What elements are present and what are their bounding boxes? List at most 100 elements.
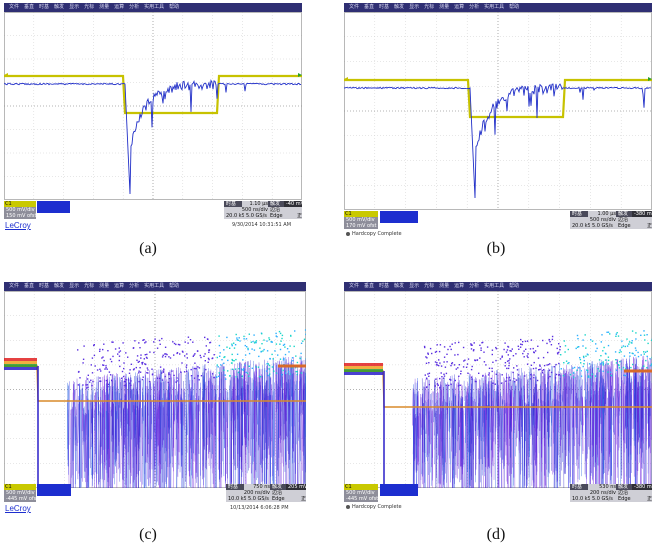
trace-dot	[590, 339, 592, 341]
menu-vertical[interactable]: 垂直	[364, 283, 374, 289]
menu-file[interactable]: 文件	[349, 4, 359, 10]
menu-analysis[interactable]: 分析	[469, 283, 479, 289]
menu-utilities[interactable]: 实用工具	[144, 283, 164, 289]
trace-dot	[283, 357, 285, 360]
menu-measure[interactable]: 测量	[99, 283, 109, 289]
menu-file[interactable]: 文件	[9, 283, 19, 289]
trace-dot	[470, 343, 472, 345]
menu-timebase[interactable]: 时基	[39, 4, 49, 10]
menu-analysis[interactable]: 分析	[129, 283, 139, 289]
menu-timebase[interactable]: 时基	[379, 4, 389, 10]
trace-dot	[478, 372, 480, 374]
ch2-header[interactable]	[380, 211, 418, 223]
trace-dot	[607, 359, 610, 362]
menu-analysis[interactable]: 分析	[469, 4, 479, 10]
menu-cursor[interactable]: 光标	[424, 4, 434, 10]
trace-dot	[607, 344, 610, 347]
menu-vertical[interactable]: 垂直	[24, 4, 34, 10]
menu-math[interactable]: 运算	[454, 283, 464, 289]
trace-dot	[118, 355, 121, 357]
trace-dot	[629, 352, 631, 354]
trace-dot	[263, 339, 265, 341]
trace-dot	[573, 376, 575, 379]
ch2-header[interactable]	[37, 484, 71, 496]
trace-dot	[556, 352, 559, 354]
menu-file[interactable]: 文件	[349, 283, 359, 289]
trace-spike	[76, 378, 79, 480]
menu-trigger[interactable]: 触发	[394, 4, 404, 10]
menu-help[interactable]: 帮助	[509, 4, 519, 10]
trace-dot	[439, 344, 442, 346]
ch2-header[interactable]	[380, 484, 418, 496]
trace-spike	[217, 385, 219, 470]
trace-dot	[576, 369, 578, 371]
trace-dot	[179, 344, 181, 346]
menu-utilities[interactable]: 实用工具	[144, 4, 164, 10]
trace-dot	[458, 364, 461, 366]
menu-math[interactable]: 运算	[114, 283, 124, 289]
trace-dot	[601, 362, 603, 364]
menu-measure[interactable]: 测量	[439, 4, 449, 10]
menu-trigger[interactable]: 触发	[394, 283, 404, 289]
trace-dot	[212, 373, 214, 375]
trace-dot	[645, 359, 647, 362]
trace-dot	[286, 348, 289, 350]
menu-vertical[interactable]: 垂直	[364, 4, 374, 10]
menu-analysis[interactable]: 分析	[129, 4, 139, 10]
trace-dot	[425, 362, 428, 364]
trace-dot	[640, 334, 642, 336]
menu-help[interactable]: 帮助	[169, 4, 179, 10]
trace-dot	[643, 365, 645, 367]
trace-dot	[139, 371, 142, 373]
trace-dot	[494, 383, 496, 385]
menu-display[interactable]: 显示	[69, 4, 79, 10]
info-bar-d: C1 500 mV/div -445 mV ofst 时基 530 ns 200…	[344, 484, 652, 514]
trace-dot	[424, 374, 426, 376]
trace-dot	[563, 362, 565, 364]
menu-cursor[interactable]: 光标	[84, 283, 94, 289]
trace-dot	[533, 351, 535, 353]
ch2-header[interactable]	[37, 201, 70, 213]
menu-measure[interactable]: 测量	[99, 4, 109, 10]
trace-dot	[276, 336, 278, 338]
trace-dot	[289, 373, 291, 375]
menu-help[interactable]: 帮助	[509, 283, 519, 289]
menu-display[interactable]: 显示	[409, 283, 419, 289]
menu-help[interactable]: 帮助	[169, 283, 179, 289]
trace-dot	[226, 346, 228, 348]
menu-vertical[interactable]: 垂直	[24, 283, 34, 289]
trace-spike	[632, 356, 634, 430]
trace-dot	[253, 349, 256, 351]
menu-trigger[interactable]: 触发	[54, 4, 64, 10]
trace-dot	[508, 362, 510, 364]
menu-trigger[interactable]: 触发	[54, 283, 64, 289]
menu-utilities[interactable]: 实用工具	[484, 4, 504, 10]
trace-dot	[646, 367, 648, 369]
menu-timebase[interactable]: 时基	[39, 283, 49, 289]
menu-file[interactable]: 文件	[9, 4, 19, 10]
trace-dot	[90, 364, 92, 366]
trace-dot	[434, 385, 436, 387]
menu-math[interactable]: 运算	[454, 4, 464, 10]
trace-dot	[558, 343, 560, 345]
trace-dot	[537, 357, 540, 359]
trace-dot	[426, 386, 428, 388]
menu-cursor[interactable]: 光标	[424, 283, 434, 289]
trace-dot	[123, 385, 125, 387]
trace-dot	[154, 338, 156, 340]
menu-math[interactable]: 运算	[114, 4, 124, 10]
menu-display[interactable]: 显示	[409, 4, 419, 10]
trace-dot	[519, 346, 522, 348]
menu-measure[interactable]: 测量	[439, 283, 449, 289]
trace-dot	[141, 378, 144, 381]
trace-dot	[525, 348, 527, 350]
trace-dot	[99, 350, 101, 352]
menu-display[interactable]: 显示	[69, 283, 79, 289]
caption-d: (d)	[486, 526, 506, 543]
trace-dot	[300, 372, 303, 374]
menu-utilities[interactable]: 实用工具	[484, 283, 504, 289]
menu-timebase[interactable]: 时基	[379, 283, 389, 289]
trace-dot	[164, 346, 167, 348]
menu-cursor[interactable]: 光标	[84, 4, 94, 10]
trace-dot	[128, 372, 131, 374]
